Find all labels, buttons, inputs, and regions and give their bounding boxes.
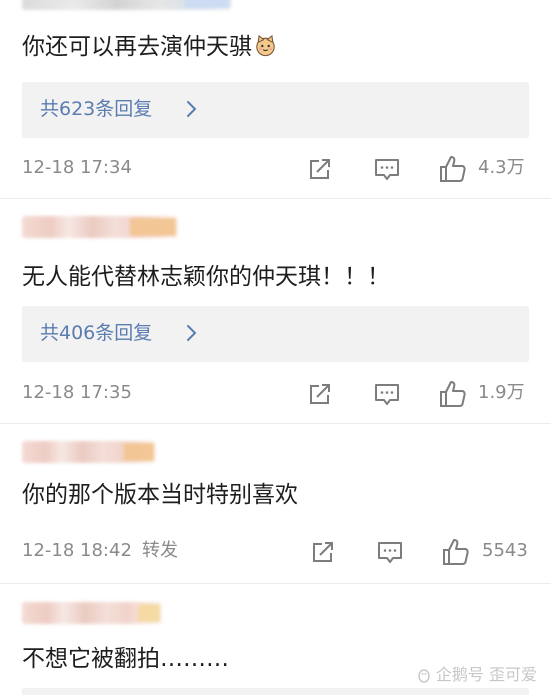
share-icon[interactable]	[304, 378, 336, 410]
username-blurred[interactable]	[22, 216, 178, 238]
timestamp: 12-18 18:42	[22, 540, 132, 561]
timestamp: 12-18 17:34	[22, 157, 132, 178]
divider	[0, 583, 551, 584]
comment-text: 不想它被翻拍………	[22, 646, 229, 672]
like-icon[interactable]	[440, 536, 472, 568]
view-replies-button[interactable]: 共623条回复	[22, 82, 529, 138]
divider	[0, 198, 551, 199]
comment-text: 你还可以再去演仲天骐	[22, 32, 277, 62]
like-count: 5543	[482, 540, 528, 561]
comment-meta: 12-18 17:34 4.3万	[0, 153, 551, 185]
view-replies-button[interactable]	[22, 688, 529, 695]
comment-text: 你的那个版本当时特别喜欢	[22, 482, 298, 508]
repost-label[interactable]: 转发	[142, 539, 178, 563]
divider	[0, 423, 551, 424]
watermark: 企鹅号 歪可爱	[416, 661, 537, 685]
share-icon[interactable]	[304, 153, 336, 185]
chevron-right-icon	[187, 101, 197, 117]
comment-icon[interactable]	[371, 378, 403, 410]
cat-face-emoji	[256, 35, 275, 57]
username-blurred[interactable]	[22, 602, 162, 624]
view-replies-button[interactable]: 共406条回复	[22, 306, 529, 362]
penguin-logo-icon	[418, 669, 430, 683]
username-blurred[interactable]	[22, 441, 156, 463]
like-count: 1.9万	[478, 382, 525, 403]
comment-meta: 12-18 17:35 1.9万	[0, 378, 551, 410]
comment-text: 无人能代替林志颖你的仲天琪！！！	[22, 264, 390, 290]
chevron-right-icon	[187, 325, 197, 341]
username-blurred[interactable]	[22, 0, 232, 10]
comment-icon[interactable]	[371, 153, 403, 185]
comment-icon[interactable]	[374, 536, 406, 568]
like-icon[interactable]	[437, 378, 469, 410]
like-count: 4.3万	[478, 157, 525, 178]
like-icon[interactable]	[437, 153, 469, 185]
comment-meta: 12-18 18:42 转发 5543	[0, 536, 551, 568]
share-icon[interactable]	[307, 536, 339, 568]
timestamp: 12-18 17:35	[22, 382, 132, 403]
